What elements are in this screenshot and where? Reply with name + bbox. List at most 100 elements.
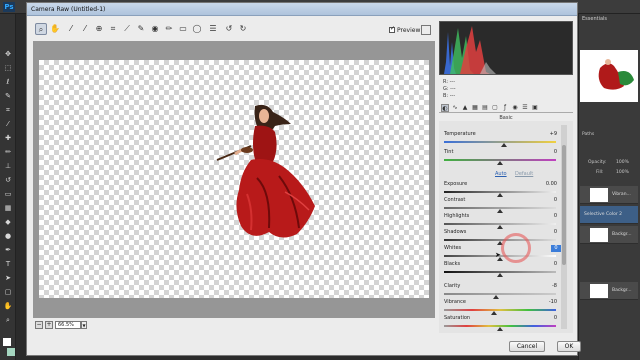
preview-checkbox[interactable]: Preview: [389, 25, 421, 34]
temperature-slider[interactable]: [444, 141, 556, 143]
blue-readout: B: ---: [443, 93, 456, 99]
ok-button[interactable]: OK: [557, 341, 581, 352]
workspace-label[interactable]: Essentials: [582, 16, 607, 22]
clarity-value[interactable]: -8: [535, 283, 559, 290]
blacks-value[interactable]: 0: [535, 261, 559, 268]
hand-tool-icon[interactable]: ✋: [3, 302, 13, 310]
tint-thumb[interactable]: [497, 161, 503, 165]
clarity-slider[interactable]: [444, 293, 556, 295]
snapshots-tab-icon[interactable]: ▣: [531, 104, 539, 112]
lens-tab-icon[interactable]: ▢: [491, 104, 499, 112]
type-tool-icon[interactable]: T: [3, 260, 13, 268]
radial-filter-icon[interactable]: ◯: [191, 23, 203, 35]
contrast-thumb[interactable]: [497, 209, 503, 213]
zoom-tool-icon[interactable]: ⌕: [3, 316, 13, 324]
adjustment-brush-icon[interactable]: ✏: [163, 23, 175, 35]
chevron-down-icon[interactable]: ▼: [81, 321, 87, 329]
blur-tool-icon[interactable]: ◆: [3, 218, 13, 226]
whites-label: Whites: [444, 245, 462, 251]
split-toning-tab-icon[interactable]: ▤: [481, 104, 489, 112]
shadows-label: Shadows: [444, 229, 467, 235]
lasso-tool-icon[interactable]: ℓ: [3, 78, 13, 86]
stamp-tool-icon[interactable]: ⊥: [3, 162, 13, 170]
default-link[interactable]: Default: [515, 171, 533, 177]
spot-removal-icon[interactable]: ✎: [135, 23, 147, 35]
vibrance-thumb[interactable]: [491, 311, 497, 315]
straighten-icon[interactable]: ⟋: [121, 23, 133, 35]
background-color-swatch[interactable]: [7, 348, 15, 356]
pen-tool-icon[interactable]: ✒: [3, 246, 13, 254]
color-sampler-icon[interactable]: ⁄: [79, 23, 91, 35]
history-brush-icon[interactable]: ↺: [3, 176, 13, 184]
detail-tab-icon[interactable]: ▲: [461, 104, 469, 112]
crop-tool-icon[interactable]: ⌗: [3, 106, 13, 114]
contrast-value[interactable]: 0: [535, 197, 559, 204]
effects-tab-icon[interactable]: ƒ: [501, 104, 509, 112]
target-adjust-icon[interactable]: ⊕: [93, 23, 105, 35]
shadows-value[interactable]: 0: [535, 229, 559, 236]
crop-icon[interactable]: ⌗: [107, 23, 119, 35]
white-balance-icon[interactable]: ⁄: [65, 23, 77, 35]
zoom-out-button[interactable]: −: [35, 321, 43, 329]
highlights-thumb[interactable]: [497, 225, 503, 229]
healing-tool-icon[interactable]: ✚: [3, 134, 13, 142]
saturation-label: Saturation: [444, 315, 471, 321]
fullscreen-icon[interactable]: [421, 25, 431, 35]
paths-panel-label[interactable]: Paths: [582, 132, 594, 137]
layer-row[interactable]: Backgr...: [580, 282, 638, 300]
exposure-value[interactable]: 0.00: [535, 181, 559, 188]
panel-scrollbar[interactable]: [561, 125, 567, 329]
blacks-label: Blacks: [444, 261, 461, 267]
hsl-tab-icon[interactable]: ▦: [471, 104, 479, 112]
saturation-value[interactable]: 0: [535, 315, 559, 322]
camera-calibration-tab-icon[interactable]: ◉: [511, 104, 519, 112]
rotate-right-icon[interactable]: ↻: [237, 23, 249, 35]
layer-row[interactable]: Vibran...: [580, 186, 638, 204]
layer-name: Backgr...: [612, 288, 632, 293]
cancel-button[interactable]: Cancel: [509, 341, 545, 352]
clarity-thumb[interactable]: [493, 295, 499, 299]
title-bar[interactable]: Camera Raw (Untitled-1): [27, 3, 577, 16]
zoom-icon[interactable]: ⌕: [35, 23, 47, 35]
quick-select-tool-icon[interactable]: ✎: [3, 92, 13, 100]
presets-tab-icon[interactable]: ☰: [521, 104, 529, 112]
layer-row[interactable]: Backgr...: [580, 226, 638, 244]
blacks-thumb[interactable]: [497, 273, 503, 277]
zoom-in-button[interactable]: +: [45, 321, 53, 329]
eyedropper-tool-icon[interactable]: ⁄: [3, 120, 13, 128]
marquee-tool-icon[interactable]: ⬚: [3, 64, 13, 72]
eraser-tool-icon[interactable]: ▭: [3, 190, 13, 198]
zoom-level[interactable]: 66.5%: [55, 321, 81, 329]
rotate-left-icon[interactable]: ↺: [223, 23, 235, 35]
path-select-tool-icon[interactable]: ➤: [3, 274, 13, 282]
dodge-tool-icon[interactable]: ●: [3, 232, 13, 240]
move-tool-icon[interactable]: ✥: [3, 50, 13, 58]
temperature-value[interactable]: +9: [535, 131, 559, 138]
saturation-thumb[interactable]: [497, 327, 503, 331]
navigator-thumbnail: [580, 50, 638, 102]
tint-value[interactable]: 0: [535, 149, 559, 156]
vibrance-slider[interactable]: [444, 309, 556, 311]
shape-tool-icon[interactable]: ▢: [3, 288, 13, 296]
fill-value[interactable]: 100%: [616, 170, 629, 175]
green-readout: G: ---: [443, 86, 456, 92]
temperature-thumb[interactable]: [501, 143, 507, 147]
hand-icon[interactable]: ✋: [49, 23, 61, 35]
gradient-tool-icon[interactable]: ▦: [3, 204, 13, 212]
tone-curve-tab-icon[interactable]: ∿: [451, 104, 459, 112]
layer-row[interactable]: Selective Color 2: [580, 206, 638, 224]
vibrance-value[interactable]: -10: [535, 299, 559, 306]
preferences-icon[interactable]: ☰: [207, 23, 219, 35]
highlights-value[interactable]: 0: [535, 213, 559, 220]
foreground-color-swatch[interactable]: [3, 338, 11, 346]
exposure-thumb[interactable]: [497, 193, 503, 197]
basic-tab-icon[interactable]: ◐: [441, 104, 449, 112]
red-eye-icon[interactable]: ◉: [149, 23, 161, 35]
graduated-filter-icon[interactable]: ▭: [177, 23, 189, 35]
auto-link[interactable]: Auto: [495, 171, 507, 177]
checkbox-icon[interactable]: [389, 25, 395, 33]
opacity-value[interactable]: 100%: [616, 160, 629, 165]
preview-label: Preview: [397, 27, 421, 34]
scrollbar-thumb[interactable]: [562, 145, 566, 265]
brush-tool-icon[interactable]: ✏: [3, 148, 13, 156]
